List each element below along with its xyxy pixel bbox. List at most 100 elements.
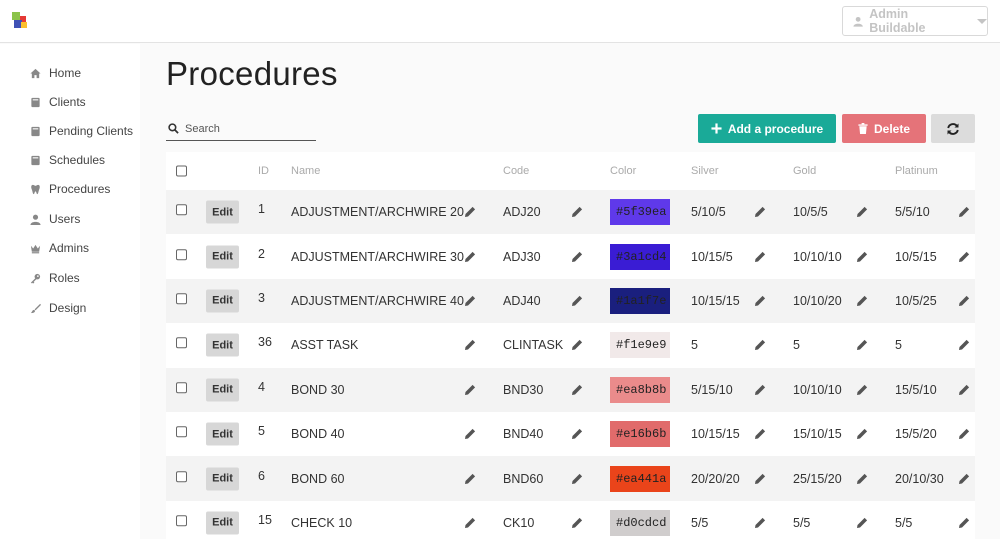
sidebar-item-roles[interactable]: Roles [30,270,80,286]
cell-silver: 10/15/15 [691,427,740,442]
edit-name-pencil-icon[interactable] [464,428,476,440]
color-swatch[interactable]: #ea8b8b [610,376,670,403]
sidebar-item-schedules[interactable]: Schedules [30,152,105,168]
column-header-silver[interactable]: Silver [691,165,719,177]
sidebar-item-procedures[interactable]: Procedures [30,181,110,197]
row-checkbox[interactable] [176,426,187,438]
edit-code-pencil-icon[interactable] [571,473,583,485]
color-swatch[interactable]: #ea441a [610,465,670,492]
edit-button[interactable]: Edit [206,200,239,224]
edit-name-pencil-icon[interactable] [464,384,476,396]
row-checkbox[interactable] [176,470,187,482]
edit-platinum-pencil-icon[interactable] [958,384,970,396]
edit-code-pencil-icon[interactable] [571,339,583,351]
edit-gold-pencil-icon[interactable] [856,339,868,351]
row-checkbox[interactable] [176,293,187,305]
edit-code-pencil-icon[interactable] [571,384,583,396]
cell-code: ADJ40 [503,293,541,308]
cell-silver: 5 [691,338,698,353]
edit-button[interactable]: Edit [206,422,239,446]
row-checkbox[interactable] [176,337,187,349]
add-procedure-button[interactable]: Add a procedure [698,114,836,143]
edit-silver-pencil-icon[interactable] [754,295,766,307]
column-header-platinum[interactable]: Platinum [895,165,938,177]
edit-gold-pencil-icon[interactable] [856,473,868,485]
edit-button[interactable]: Edit [206,245,239,269]
sidebar-item-label: Clients [49,95,86,109]
edit-silver-pencil-icon[interactable] [754,384,766,396]
color-swatch[interactable]: #e16b6b [610,421,670,448]
search-input[interactable] [185,122,305,135]
refresh-button[interactable] [931,114,975,143]
edit-platinum-pencil-icon[interactable] [958,428,970,440]
row-checkbox[interactable] [176,204,187,216]
edit-name-pencil-icon[interactable] [464,473,476,485]
edit-silver-pencil-icon[interactable] [754,428,766,440]
sidebar-item-label: Admins [49,241,90,255]
row-checkbox[interactable] [176,248,187,260]
color-swatch[interactable]: #5f39ea [610,199,670,226]
user-menu-button[interactable]: Admin Buildable [842,6,988,36]
edit-code-pencil-icon[interactable] [571,295,583,307]
edit-code-pencil-icon[interactable] [571,517,583,529]
edit-name-pencil-icon[interactable] [464,206,476,218]
top-bar: Admin Buildable [0,0,1000,43]
delete-button[interactable]: Delete [842,114,926,143]
edit-silver-pencil-icon[interactable] [754,517,766,529]
column-header-gold[interactable]: Gold [793,165,816,177]
edit-name-pencil-icon[interactable] [464,339,476,351]
row-checkbox[interactable] [176,382,187,394]
column-header-id[interactable]: ID [258,165,269,177]
edit-gold-pencil-icon[interactable] [856,384,868,396]
edit-platinum-pencil-icon[interactable] [958,251,970,263]
edit-button[interactable]: Edit [206,289,239,313]
color-swatch[interactable]: #d0cdcd [610,509,670,536]
crown-icon [30,244,41,253]
sidebar-item-admins[interactable]: Admins [30,240,89,256]
table-body: Edit 1 ADJUSTMENT/ARCHWIRE 20 ADJ20 #5f3… [166,190,975,539]
color-swatch[interactable]: #f1e9e9 [610,332,670,359]
edit-name-pencil-icon[interactable] [464,251,476,263]
cell-silver: 20/20/20 [691,471,740,486]
column-header-name[interactable]: Name [291,165,320,177]
edit-silver-pencil-icon[interactable] [754,206,766,218]
cell-id: 6 [258,468,265,483]
cell-name: ASST TASK [291,338,359,353]
sidebar-item-home[interactable]: Home [30,65,81,81]
column-header-color[interactable]: Color [610,165,636,177]
edit-button[interactable]: Edit [206,467,239,491]
edit-silver-pencil-icon[interactable] [754,473,766,485]
select-all-checkbox[interactable] [176,165,187,177]
column-header-code[interactable]: Code [503,165,529,177]
edit-code-pencil-icon[interactable] [571,428,583,440]
search-box[interactable] [166,117,316,141]
edit-platinum-pencil-icon[interactable] [958,295,970,307]
edit-platinum-pencil-icon[interactable] [958,517,970,529]
edit-platinum-pencil-icon[interactable] [958,206,970,218]
edit-gold-pencil-icon[interactable] [856,206,868,218]
edit-gold-pencil-icon[interactable] [856,295,868,307]
cell-platinum: 10/5/15 [895,249,937,264]
edit-silver-pencil-icon[interactable] [754,251,766,263]
sidebar-item-pending-clients[interactable]: Pending Clients [30,123,133,139]
app-logo[interactable] [12,12,28,28]
edit-name-pencil-icon[interactable] [464,517,476,529]
edit-code-pencil-icon[interactable] [571,206,583,218]
edit-button[interactable]: Edit [206,511,239,535]
edit-gold-pencil-icon[interactable] [856,428,868,440]
sidebar-item-clients[interactable]: Clients [30,94,86,110]
edit-button[interactable]: Edit [206,378,239,402]
edit-gold-pencil-icon[interactable] [856,251,868,263]
edit-platinum-pencil-icon[interactable] [958,339,970,351]
edit-platinum-pencil-icon[interactable] [958,473,970,485]
sidebar-item-design[interactable]: Design [30,300,86,316]
edit-button[interactable]: Edit [206,333,239,357]
color-swatch[interactable]: #1a1f7e [610,287,670,314]
edit-gold-pencil-icon[interactable] [856,517,868,529]
row-checkbox[interactable] [176,515,187,527]
edit-name-pencil-icon[interactable] [464,295,476,307]
sidebar-item-users[interactable]: Users [30,211,80,227]
edit-code-pencil-icon[interactable] [571,251,583,263]
edit-silver-pencil-icon[interactable] [754,339,766,351]
color-swatch[interactable]: #3a1cd4 [610,243,670,270]
